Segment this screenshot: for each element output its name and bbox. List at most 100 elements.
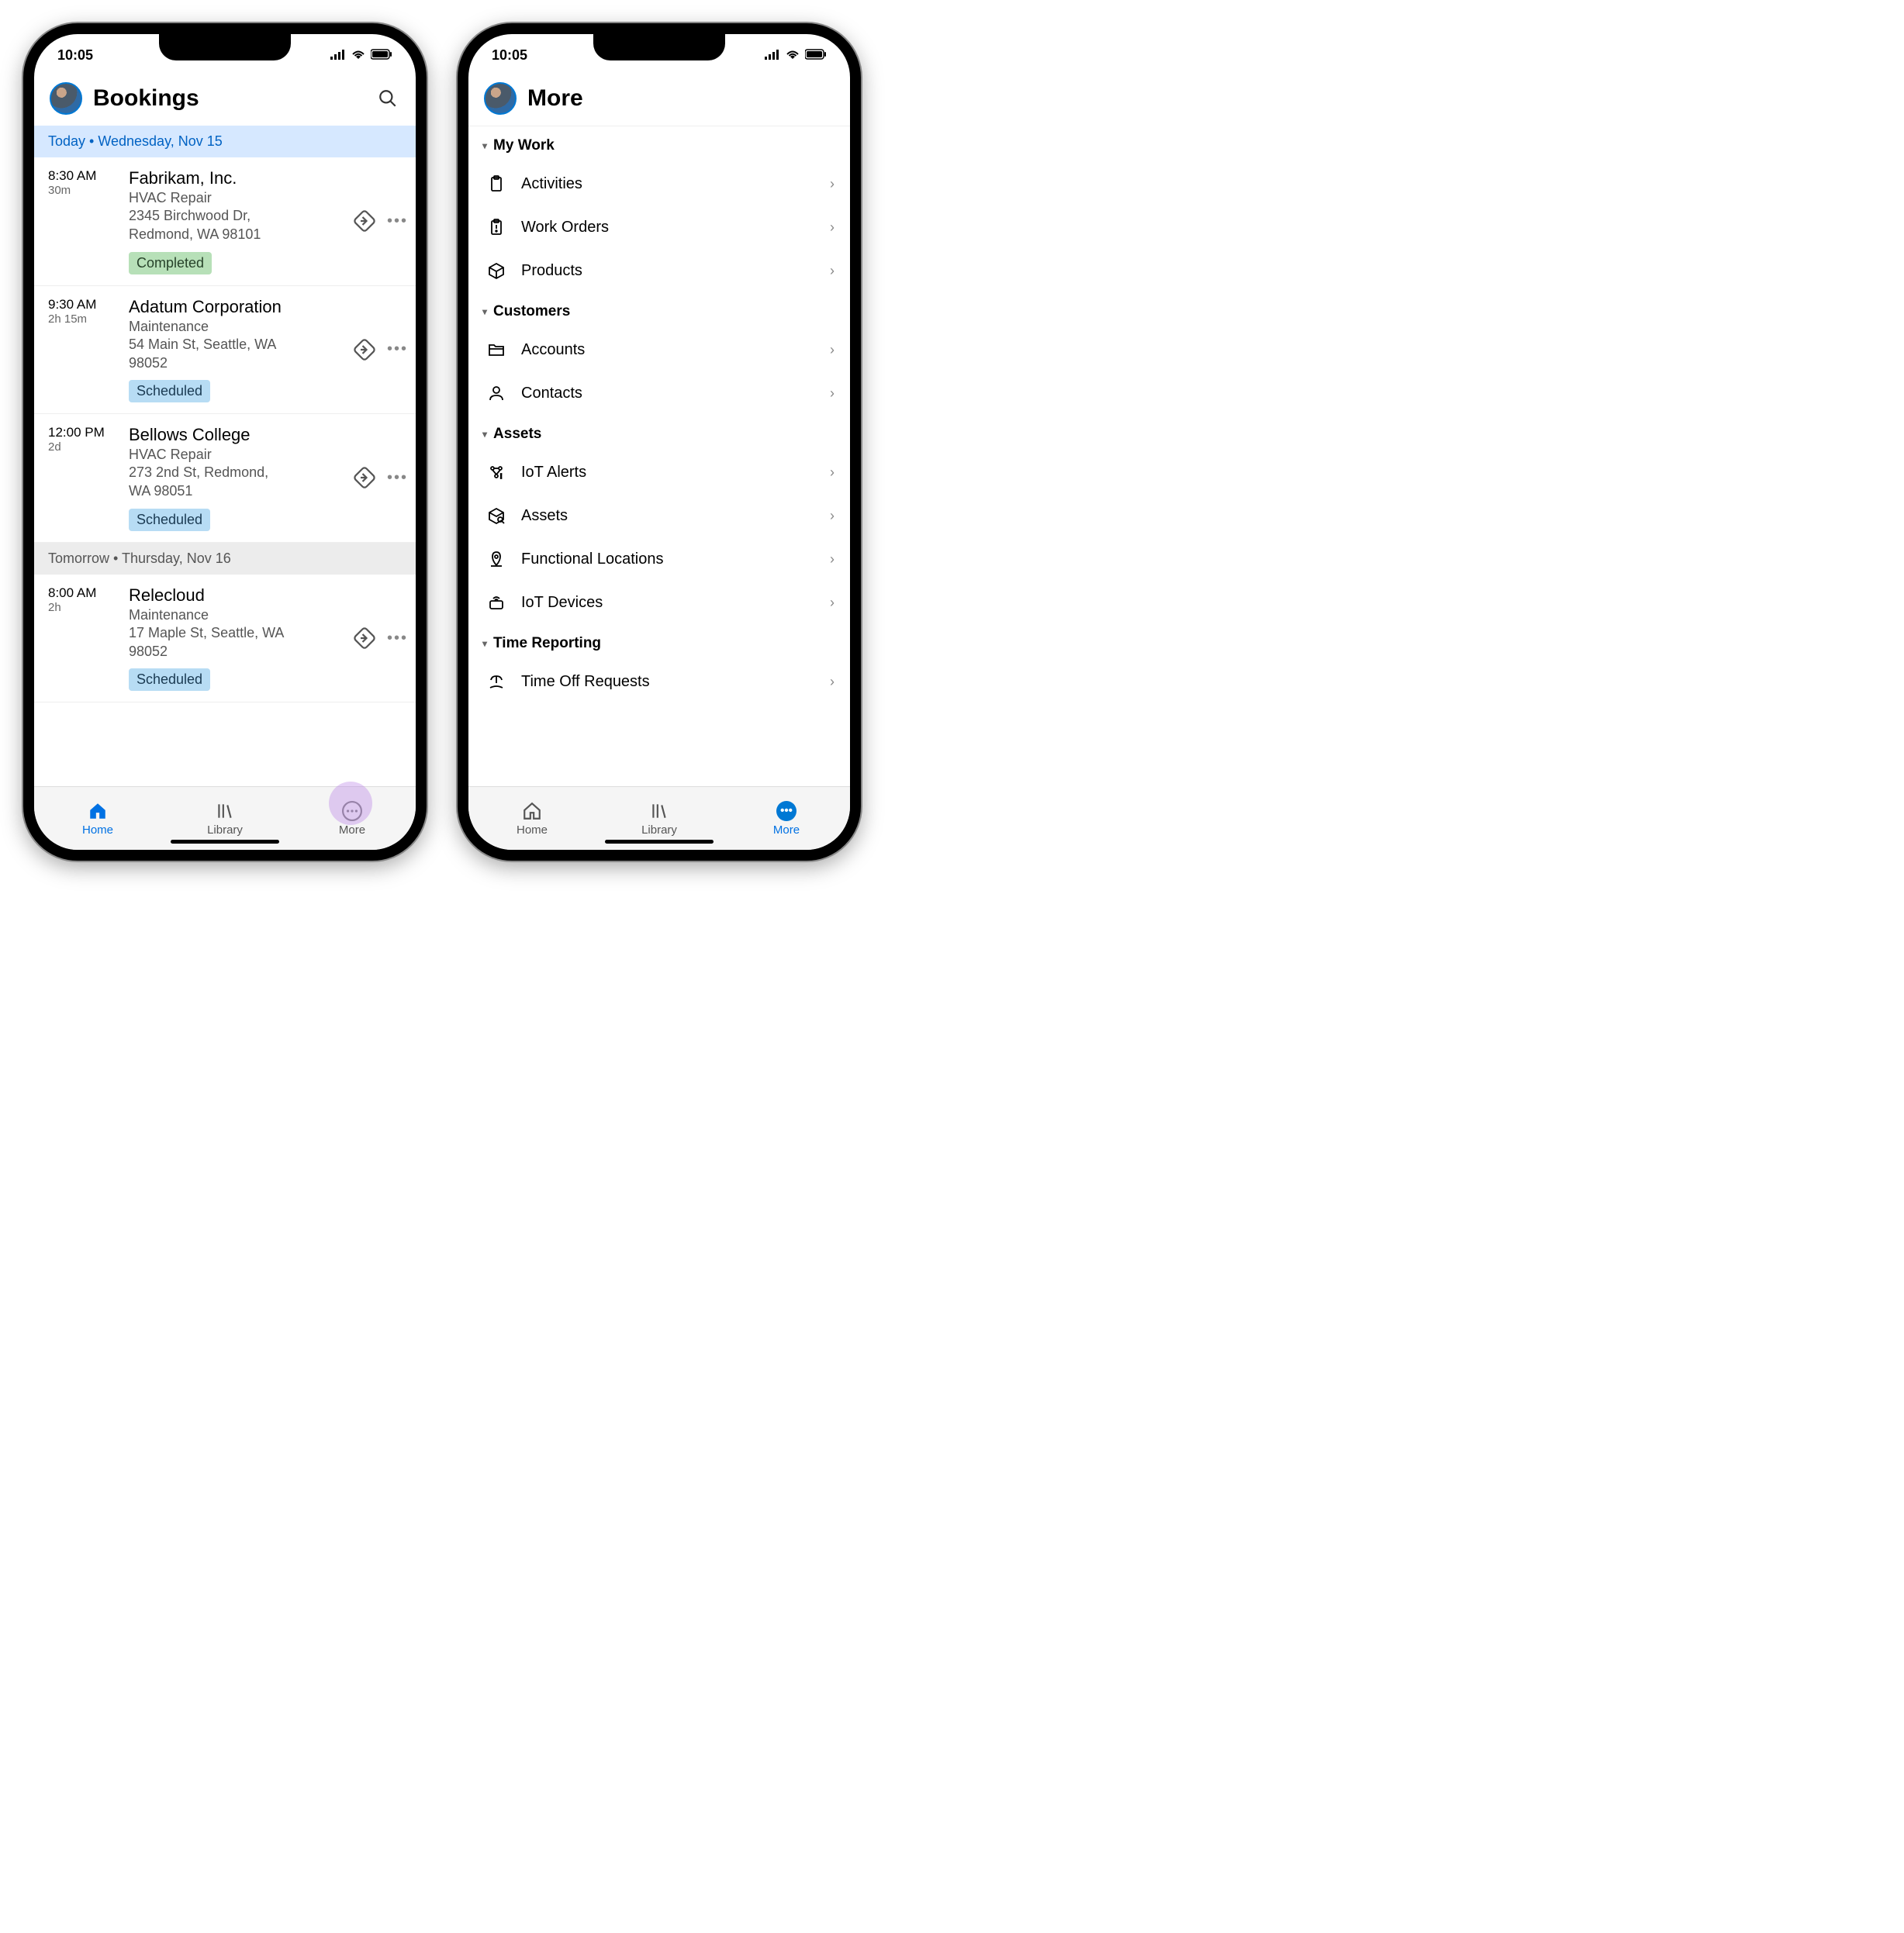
chevron-right-icon: › xyxy=(830,342,835,358)
wifi-icon xyxy=(351,47,366,64)
folder-icon xyxy=(486,339,507,361)
address: 2345 Birchwood Dr,Redmond, WA 98101 xyxy=(129,206,340,244)
section-title: Customers xyxy=(493,303,570,320)
service-type: HVAC Repair xyxy=(129,447,340,463)
directions-icon[interactable] xyxy=(351,625,378,651)
chevron-right-icon: › xyxy=(830,263,835,279)
section-header[interactable]: ▾Time Reporting xyxy=(468,624,850,660)
customer-name: Adatum Corporation xyxy=(129,297,340,317)
section-header[interactable]: ▾ Customers xyxy=(468,292,850,328)
menu-item[interactable]: ! IoT Alerts › xyxy=(468,450,850,494)
phone-bookings: 10:05 Bookings Today • Wednesday, Nov 15… xyxy=(23,23,427,861)
booking-details: Fabrikam, Inc. HVAC Repair 2345 Birchwoo… xyxy=(129,168,340,274)
menu-item[interactable]: Work Orders › xyxy=(468,205,850,249)
page-title: Bookings xyxy=(93,85,365,112)
more-actions-icon[interactable]: ••• xyxy=(387,630,408,647)
booking-details: Relecloud Maintenance 17 Maple St, Seatt… xyxy=(129,585,340,692)
phone-more: 10:05 More ▾My Work Activities › Work Or… xyxy=(458,23,861,861)
menu-label: Activities xyxy=(521,175,816,193)
address: 17 Maple St, Seattle, WA98052 xyxy=(129,623,340,661)
person-icon xyxy=(486,382,507,404)
chevron-right-icon: › xyxy=(830,674,835,690)
section-header[interactable]: ▾Assets xyxy=(468,415,850,450)
menu-item[interactable]: Products › xyxy=(468,249,850,292)
section-title: Time Reporting xyxy=(493,635,601,652)
menu-label: Assets xyxy=(521,507,816,525)
booking-time: 8:00 AM2h xyxy=(48,585,118,692)
booking-row[interactable]: 12:00 PM2d Bellows College HVAC Repair 2… xyxy=(34,414,416,543)
status-badge: Scheduled xyxy=(129,380,210,402)
status-time: 10:05 xyxy=(57,47,93,64)
clipboard-icon xyxy=(486,173,507,195)
tab-home[interactable]: Home xyxy=(468,787,596,850)
booking-row[interactable]: 8:30 AM30m Fabrikam, Inc. HVAC Repair 23… xyxy=(34,157,416,286)
more-list[interactable]: ▾ My Work Activities › Work Orders › Prod… xyxy=(468,126,850,786)
booking-time: 9:30 AM2h 15m xyxy=(48,297,118,403)
home-indicator[interactable] xyxy=(605,840,714,844)
menu-label: Accounts xyxy=(521,341,816,359)
page-title: More xyxy=(527,85,835,112)
more-actions-icon[interactable]: ••• xyxy=(387,469,408,487)
device-notch xyxy=(159,34,291,60)
menu-item[interactable]: Accounts › xyxy=(468,328,850,371)
chevron-down-icon: ▾ xyxy=(482,306,487,317)
booking-details: Adatum Corporation Maintenance 54 Main S… xyxy=(129,297,340,403)
wifi-icon xyxy=(785,47,800,64)
clipboard-alert-icon xyxy=(486,216,507,238)
menu-item[interactable]: IoT Devices › xyxy=(468,581,850,624)
chevron-down-icon: ▾ xyxy=(482,429,487,440)
menu-item[interactable]: Activities › xyxy=(468,162,850,205)
cellular-icon xyxy=(330,47,346,64)
menu-item[interactable]: Time Off Requests › xyxy=(468,660,850,703)
status-icons xyxy=(330,47,392,64)
page-header: More xyxy=(468,76,850,126)
search-icon[interactable] xyxy=(375,86,400,111)
chevron-down-icon: ▾ xyxy=(482,140,487,151)
service-type: HVAC Repair xyxy=(129,190,340,206)
more-icon: ••• xyxy=(776,801,797,821)
location-icon xyxy=(486,548,507,570)
section-header[interactable]: ▾ My Work xyxy=(468,126,850,162)
service-type: Maintenance xyxy=(129,319,340,335)
device-icon xyxy=(486,592,507,613)
menu-label: IoT Alerts xyxy=(521,464,816,482)
status-badge: Scheduled xyxy=(129,509,210,531)
chevron-right-icon: › xyxy=(830,219,835,236)
section-title: My Work xyxy=(493,137,555,154)
booking-time: 12:00 PM2d xyxy=(48,425,118,531)
more-actions-icon[interactable]: ••• xyxy=(387,212,408,230)
menu-item[interactable]: Contacts › xyxy=(468,371,850,415)
home-indicator[interactable] xyxy=(171,840,279,844)
booking-row[interactable]: 8:00 AM2h Relecloud Maintenance 17 Maple… xyxy=(34,575,416,703)
tab-label: Library xyxy=(641,823,677,837)
more-actions-icon[interactable]: ••• xyxy=(387,340,408,358)
page-header: Bookings xyxy=(34,76,416,126)
address: 273 2nd St, Redmond,WA 98051 xyxy=(129,463,340,501)
booking-details: Bellows College HVAC Repair 273 2nd St, … xyxy=(129,425,340,531)
battery-icon xyxy=(371,47,392,64)
directions-icon[interactable] xyxy=(351,208,378,234)
booking-time: 8:30 AM30m xyxy=(48,168,118,274)
menu-item[interactable]: Functional Locations › xyxy=(468,537,850,581)
directions-icon[interactable] xyxy=(351,337,378,363)
menu-item[interactable]: Assets › xyxy=(468,494,850,537)
tab-bar: Home Library ••• More xyxy=(468,786,850,850)
box-icon xyxy=(486,260,507,281)
directions-icon[interactable] xyxy=(351,464,378,491)
address: 54 Main St, Seattle, WA98052 xyxy=(129,335,340,373)
tab-more[interactable]: More xyxy=(289,787,416,850)
device-notch xyxy=(593,34,725,60)
avatar[interactable] xyxy=(50,82,82,115)
date-header: Today • Wednesday, Nov 15 xyxy=(34,126,416,157)
avatar[interactable] xyxy=(484,82,517,115)
customer-name: Relecloud xyxy=(129,585,340,606)
tab-home[interactable]: Home xyxy=(34,787,161,850)
status-icons xyxy=(765,47,827,64)
chevron-right-icon: › xyxy=(830,385,835,402)
tab-more[interactable]: ••• More xyxy=(723,787,850,850)
bookings-list[interactable]: Today • Wednesday, Nov 15 8:30 AM30m Fab… xyxy=(34,126,416,786)
booking-row[interactable]: 9:30 AM2h 15m Adatum Corporation Mainten… xyxy=(34,286,416,415)
box-tool-icon xyxy=(486,505,507,526)
customer-name: Fabrikam, Inc. xyxy=(129,168,340,188)
service-type: Maintenance xyxy=(129,607,340,623)
